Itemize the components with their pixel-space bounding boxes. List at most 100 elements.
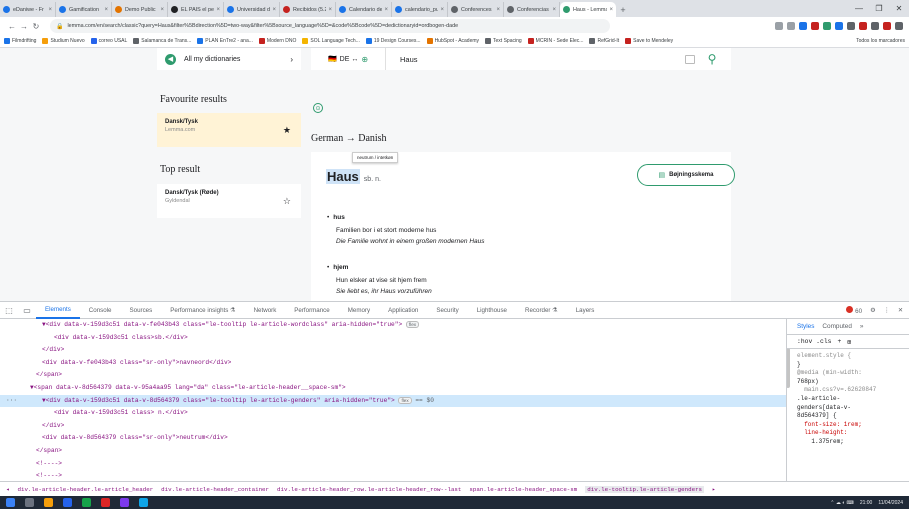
pseudo-class-toggle[interactable]: :hov .cls <box>797 338 832 345</box>
back-icon[interactable]: ← <box>6 22 18 31</box>
close-tab-icon[interactable]: × <box>48 7 52 13</box>
node-menu-icon[interactable]: ··· <box>6 395 17 408</box>
address-bar[interactable]: 🔒 lemma.com/en/search/classic?query=Haus… <box>50 19 610 33</box>
devtools-tab[interactable]: Application <box>379 302 427 319</box>
browser-tab[interactable]: EL PAÍS el per × <box>168 2 224 17</box>
issues-counter[interactable]: 60 <box>846 305 862 315</box>
extension-icon[interactable] <box>799 22 807 30</box>
browser-tab[interactable]: Gamification × <box>56 2 112 17</box>
mail-icon[interactable] <box>63 498 72 507</box>
tab-computed[interactable]: Computed <box>822 323 852 330</box>
devtools-tab[interactable]: Console <box>80 302 121 319</box>
bookmark-star-icon[interactable] <box>787 22 795 30</box>
bookmark-item[interactable]: 19 Design Courses... <box>365 38 421 44</box>
breadcrumb-scroll-left-icon[interactable]: ◂ <box>6 486 10 493</box>
devtools-tab[interactable]: Layers <box>567 302 604 319</box>
dom-node-line[interactable]: </div> <box>0 420 786 433</box>
browser-tab[interactable]: Conferences × <box>448 2 504 17</box>
style-rule-line[interactable]: 8d564379] { <box>797 412 909 421</box>
devtools-tab[interactable]: Memory <box>339 302 379 319</box>
settings-gear-icon[interactable]: ⚙ <box>870 307 876 314</box>
inspect-element-icon[interactable]: ⬚ <box>0 306 18 315</box>
more-tabs-icon[interactable]: » <box>860 323 864 330</box>
devtools-tab[interactable]: Lighthouse <box>468 302 516 319</box>
grammar-label[interactable]: sb. n. <box>364 176 381 183</box>
search-input[interactable]: Haus <box>386 55 685 64</box>
browser-tab[interactable]: Recibidos (5.2 × <box>280 2 336 17</box>
style-rule-line[interactable]: element.style { <box>797 352 909 361</box>
close-tab-icon[interactable]: × <box>272 7 276 13</box>
app-icon[interactable] <box>120 498 129 507</box>
menu-kebab-icon[interactable] <box>895 22 903 30</box>
flex-badge[interactable]: flex <box>398 396 412 404</box>
browser-tab[interactable]: Haus - Lemma × <box>560 2 616 17</box>
extensions-puzzle-icon[interactable] <box>871 22 879 30</box>
star-outline-icon[interactable]: ☆ <box>283 196 291 207</box>
extension-icon[interactable] <box>811 22 819 30</box>
flex-badge[interactable]: flex <box>405 321 420 328</box>
info-circle-icon[interactable]: ⊙ <box>313 103 323 113</box>
extension-icon[interactable] <box>859 22 867 30</box>
devtools-tab[interactable]: Performance insights ⚗ <box>161 302 244 319</box>
bookmark-item[interactable]: HubSpot - Academy <box>426 38 479 44</box>
browser-tab[interactable]: Conferencias × <box>504 2 560 17</box>
dom-node-line[interactable]: <div data-v-159d3c51 class> n.</div> <box>0 407 786 420</box>
clock-time[interactable]: 21:00 <box>860 500 873 506</box>
search-icon[interactable]: ⚲ <box>703 52 721 66</box>
profile-avatar[interactable] <box>883 22 891 30</box>
reload-icon[interactable]: ↻ <box>30 22 42 31</box>
breadcrumb-item[interactable]: div.le-tooltip.le-article-genders <box>585 486 705 493</box>
app-icon[interactable] <box>82 498 91 507</box>
style-rule-line[interactable]: } <box>797 361 909 370</box>
devtools-tab[interactable]: Performance <box>285 302 338 319</box>
dom-node-line[interactable]: </span> <box>0 369 786 382</box>
extension-icon[interactable] <box>823 22 831 30</box>
top-result-card[interactable]: Dansk/Tysk (Røde) Gyldendal ☆ <box>157 184 301 218</box>
breadcrumb-scroll-right-icon[interactable]: ▸ <box>712 486 716 493</box>
close-tab-icon[interactable]: × <box>104 7 108 13</box>
close-tab-icon[interactable]: × <box>216 7 220 13</box>
language-selector[interactable]: 🇩🇪 DE ↔ ⊕ <box>311 48 386 70</box>
devtools-tab[interactable]: Network <box>245 302 286 319</box>
dom-node-line[interactable]: ··· ▼<div data-v-159d3c51 data-v-8d564379… <box>0 394 786 408</box>
devtools-tab[interactable]: Elements <box>36 302 80 319</box>
devtools-tab[interactable]: Security <box>427 302 467 319</box>
style-rule-line[interactable]: font-size: 1rem; <box>797 421 909 430</box>
clock-date[interactable]: 11/04/2024 <box>878 500 903 506</box>
dom-node-line[interactable]: </div> <box>0 344 786 357</box>
device-toolbar-icon[interactable]: ▭ <box>18 306 36 315</box>
bookmark-item[interactable]: Save to Mendeley <box>625 38 673 44</box>
dom-node-line[interactable]: <div data-v-8d564379 class="sr-only">neu… <box>0 432 786 445</box>
browser-tab[interactable]: calendario_pu × <box>392 2 448 17</box>
app-icon[interactable] <box>139 498 148 507</box>
style-rule-line[interactable]: 1.375rem; <box>797 438 909 447</box>
tray-icons[interactable]: ⌃ ☁ ◐ ⌨ <box>830 500 854 506</box>
search-icon[interactable] <box>25 498 34 507</box>
new-tab-button[interactable]: + <box>616 2 630 17</box>
breadcrumb-item[interactable]: span.le-article-header_space-sm <box>469 486 577 493</box>
close-tab-icon[interactable]: × <box>328 7 332 13</box>
chrome-icon[interactable] <box>101 498 110 507</box>
file-explorer-icon[interactable] <box>44 498 53 507</box>
close-icon[interactable]: ✕ <box>889 4 909 13</box>
more-options-icon[interactable]: ⋮ <box>884 307 890 314</box>
all-bookmarks-folder[interactable]: Todos los marcadores <box>856 38 905 44</box>
browser-tab[interactable]: Calendario de × <box>336 2 392 17</box>
all-dictionaries-button[interactable]: ◀ All my dictionaries › <box>157 48 301 70</box>
bookmark-item[interactable]: correo USAL <box>90 38 127 44</box>
bookmark-item[interactable]: Salamanca de Trans... <box>133 38 191 44</box>
browser-tab[interactable]: Universidad de × <box>224 2 280 17</box>
style-rule-line[interactable]: genders[data-v- <box>797 404 909 413</box>
close-devtools-icon[interactable]: ✕ <box>898 307 903 314</box>
close-tab-icon[interactable]: × <box>609 7 613 13</box>
style-rule-line[interactable]: @media (min-width: <box>797 369 909 378</box>
favourite-result-card[interactable]: Dansk/Tysk Lemma.com ★ <box>157 113 301 147</box>
browser-tab[interactable]: Demo Public × <box>112 2 168 17</box>
minimize-icon[interactable]: — <box>849 4 869 13</box>
breadcrumb-item[interactable]: div.le-article-header_row.le-article-hea… <box>277 486 461 493</box>
bookmark-item[interactable]: Modern DNO <box>258 38 296 44</box>
tab-styles[interactable]: Styles <box>797 323 814 330</box>
dom-node-line[interactable]: ▼<div data-v-159d3c51 data-v-fe043b43 cl… <box>0 319 786 332</box>
dom-node-line[interactable]: </span> <box>0 445 786 458</box>
style-rule-line[interactable]: line-height: <box>797 429 909 438</box>
